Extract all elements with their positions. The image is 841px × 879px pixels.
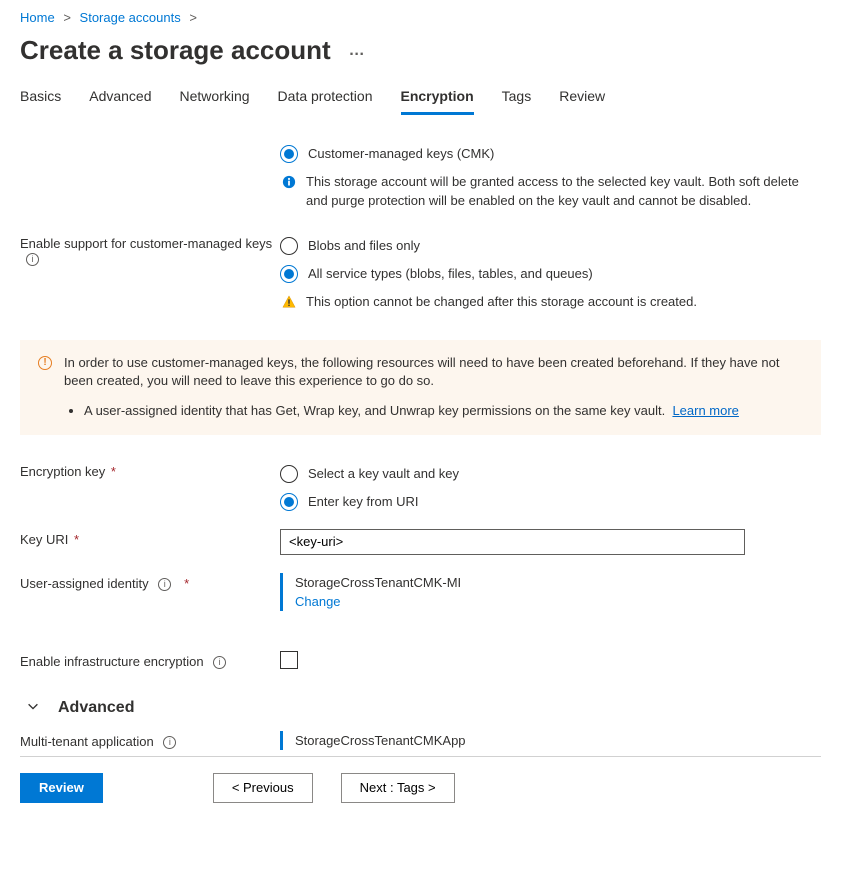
infra-encryption-label-col: Enable infrastructure encryption i — [20, 651, 280, 669]
radio-cmk[interactable] — [280, 145, 298, 163]
multi-tenant-label-col: Multi-tenant application i — [20, 731, 280, 749]
help-icon[interactable]: i — [213, 656, 226, 669]
encryption-key-label: Encryption key — [20, 464, 105, 479]
warning-icon — [282, 295, 296, 309]
divider — [20, 756, 821, 757]
previous-button[interactable]: < Previous — [213, 773, 313, 803]
radio-all-services[interactable] — [280, 265, 298, 283]
tab-tags[interactable]: Tags — [502, 88, 532, 115]
identity-label: User-assigned identity — [20, 576, 149, 591]
support-warning-text: This option cannot be changed after this… — [306, 293, 697, 312]
tabs: Basics Advanced Networking Data protecti… — [20, 88, 821, 115]
support-label: Enable support for customer-managed keys — [20, 236, 272, 251]
radio-blobs-files-label[interactable]: Blobs and files only — [308, 237, 420, 253]
infra-encryption-label: Enable infrastructure encryption — [20, 654, 204, 669]
tab-encryption[interactable]: Encryption — [401, 88, 474, 115]
breadcrumb-storage-accounts[interactable]: Storage accounts — [80, 10, 181, 25]
help-icon[interactable]: i — [163, 736, 176, 749]
key-uri-label-col: Key URI * — [20, 529, 280, 547]
prerequisite-banner: ! In order to use customer-managed keys,… — [20, 340, 821, 435]
multi-tenant-label: Multi-tenant application — [20, 734, 154, 749]
review-button[interactable]: Review — [20, 773, 103, 803]
banner-warning-icon: ! — [38, 356, 52, 370]
identity-change-link[interactable]: Change — [295, 594, 341, 609]
breadcrumb: Home > Storage accounts > — [20, 0, 821, 31]
next-button[interactable]: Next : Tags > — [341, 773, 455, 803]
required-indicator: * — [107, 464, 116, 479]
multi-tenant-value-block: StorageCrossTenantCMKApp — [280, 731, 821, 750]
support-label-col: Enable support for customer-managed keys… — [20, 233, 280, 266]
banner-learn-more-link[interactable]: Learn more — [672, 403, 738, 418]
radio-select-keyvault[interactable] — [280, 465, 298, 483]
identity-value: StorageCrossTenantCMK-MI — [295, 575, 821, 590]
tab-data-protection[interactable]: Data protection — [278, 88, 373, 115]
radio-select-keyvault-label[interactable]: Select a key vault and key — [308, 465, 459, 481]
tab-review[interactable]: Review — [559, 88, 605, 115]
page-title-text: Create a storage account — [20, 35, 331, 66]
page-title: Create a storage account … — [20, 35, 821, 66]
footer-bar: Review < Previous Next : Tags > — [20, 773, 821, 803]
breadcrumb-sep: > — [63, 10, 71, 25]
identity-block: StorageCrossTenantCMK-MI Change — [280, 573, 821, 611]
multi-tenant-value: StorageCrossTenantCMKApp — [295, 733, 466, 748]
banner-bullet: A user-assigned identity that has Get, W… — [84, 401, 803, 421]
required-indicator: * — [70, 532, 79, 547]
encryption-key-label-col: Encryption key * — [20, 461, 280, 479]
identity-label-col: User-assigned identity i * — [20, 573, 280, 591]
advanced-section-title: Advanced — [58, 699, 134, 717]
advanced-section-toggle[interactable]: Advanced — [26, 699, 821, 717]
required-indicator: * — [177, 576, 189, 591]
radio-enter-uri-label[interactable]: Enter key from URI — [308, 493, 419, 509]
help-icon[interactable]: i — [26, 253, 39, 266]
infra-encryption-checkbox[interactable] — [280, 651, 298, 669]
tab-basics[interactable]: Basics — [20, 88, 61, 115]
radio-enter-uri[interactable] — [280, 493, 298, 511]
key-uri-label: Key URI — [20, 532, 68, 547]
key-uri-input[interactable] — [280, 529, 745, 555]
banner-bullet-text: A user-assigned identity that has Get, W… — [84, 403, 665, 418]
chevron-down-icon — [26, 699, 40, 716]
tab-advanced[interactable]: Advanced — [89, 88, 151, 115]
info-icon — [282, 175, 296, 189]
banner-text: In order to use customer-managed keys, t… — [64, 354, 803, 392]
cmk-info-text: This storage account will be granted acc… — [306, 173, 821, 211]
breadcrumb-sep: > — [189, 10, 197, 25]
radio-cmk-label[interactable]: Customer-managed keys (CMK) — [308, 145, 494, 161]
radio-blobs-files[interactable] — [280, 237, 298, 255]
more-actions-icon[interactable]: … — [349, 42, 367, 60]
tab-networking[interactable]: Networking — [180, 88, 250, 115]
help-icon[interactable]: i — [158, 578, 171, 591]
breadcrumb-home[interactable]: Home — [20, 10, 55, 25]
radio-all-services-label[interactable]: All service types (blobs, files, tables,… — [308, 265, 593, 281]
